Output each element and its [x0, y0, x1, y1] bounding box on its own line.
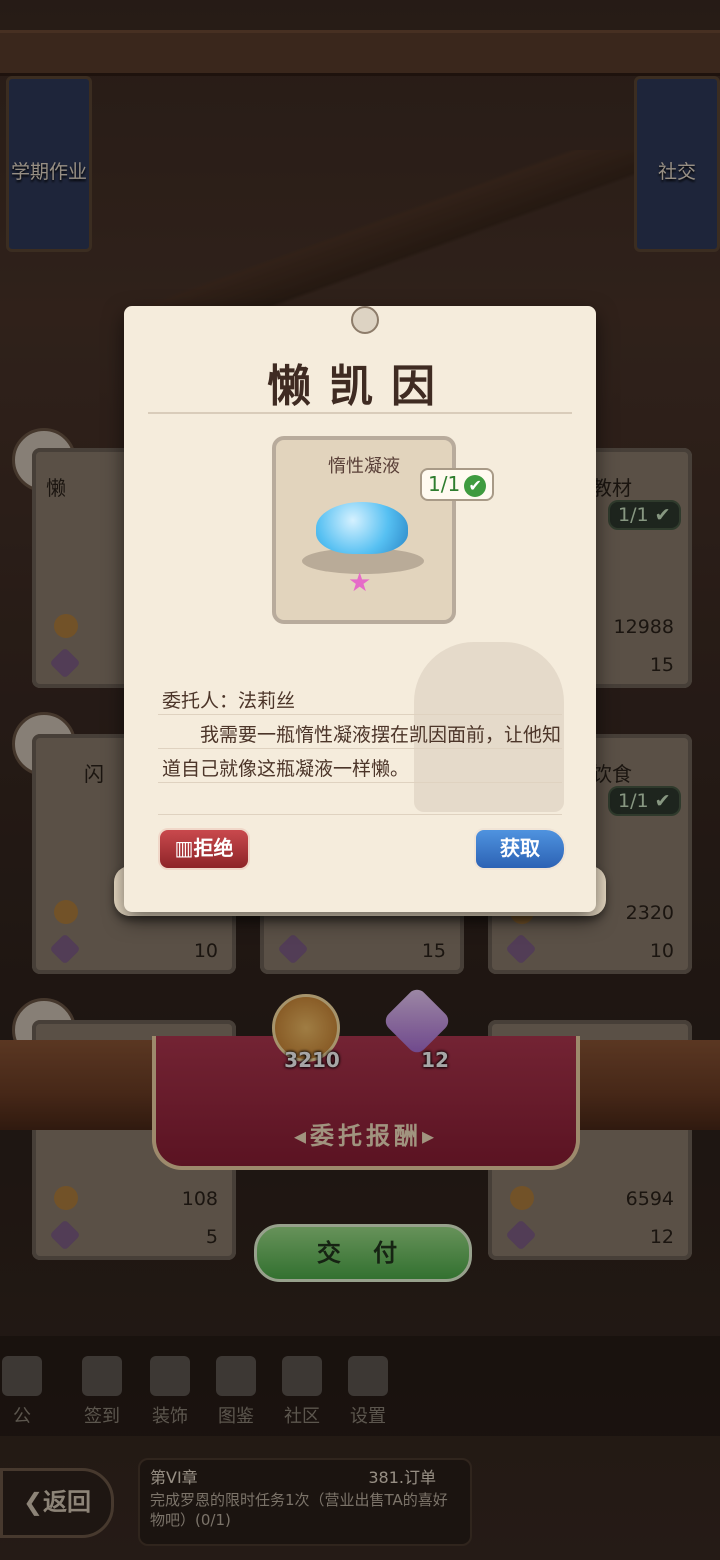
refuse-button[interactable]: ▥拒绝 — [158, 828, 250, 870]
slime-icon — [316, 502, 408, 554]
request-description: 我需要一瓶惰性凝液摆在凯因面前，让他知道自己就像这瓶凝液一样懒。 — [162, 724, 562, 780]
item-count-badge: 1/1 ✔ — [420, 468, 495, 501]
item-count: 1/1 — [428, 472, 461, 496]
modal-title: 懒凯因 — [267, 361, 453, 412]
obtain-button[interactable]: 获取 — [474, 828, 566, 870]
refuse-icon: ▥ — [174, 836, 194, 860]
star-icon: ★ — [348, 568, 372, 598]
quest-detail-modal: 懒凯因 惰性凝液 ★ 1/1 ✔ 委托人：法莉丝 我需要一瓶惰性凝液摆在凯因面前，… — [124, 306, 596, 912]
divider — [148, 412, 572, 414]
client-label: 委托人：法莉丝 — [162, 690, 296, 712]
check-icon: ✔ — [464, 475, 487, 497]
divider — [158, 814, 562, 815]
refuse-label: 拒绝 — [193, 836, 234, 860]
required-item-frame[interactable]: 惰性凝液 ★ — [272, 436, 456, 624]
pin-icon — [351, 306, 379, 334]
divider — [158, 714, 562, 715]
